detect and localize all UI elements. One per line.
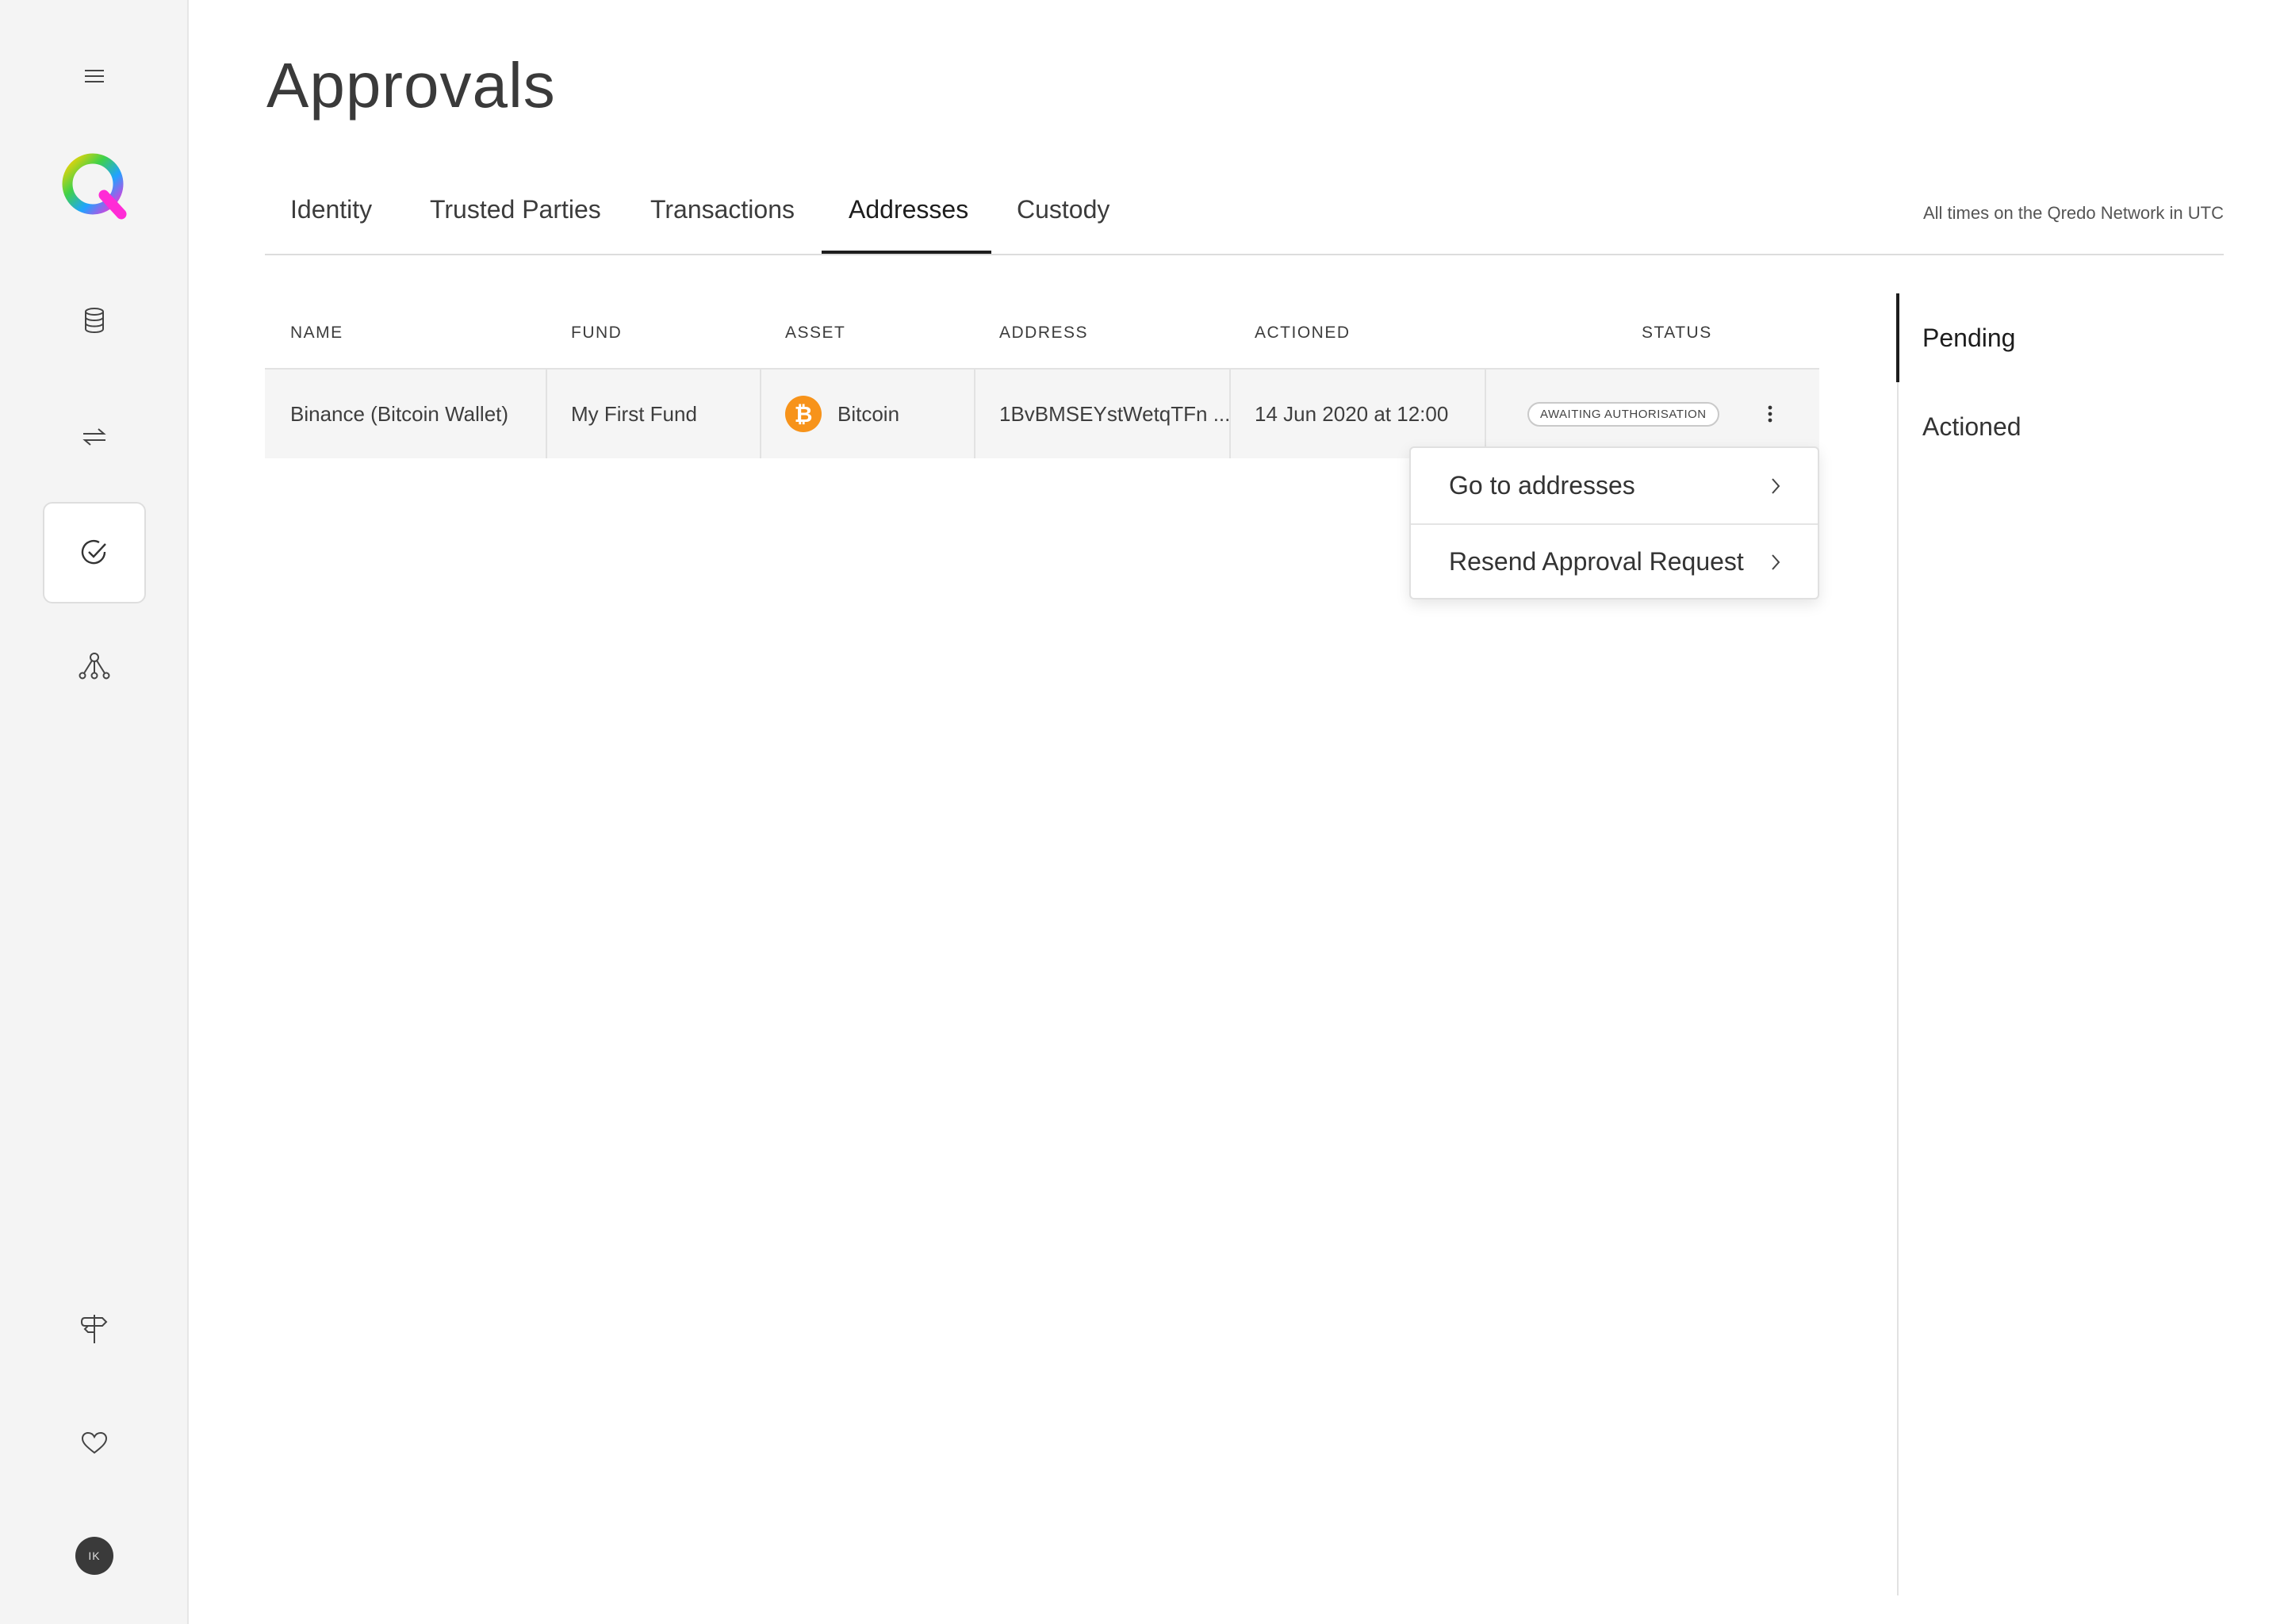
chevron-right-icon [1772, 477, 1780, 494]
column-header-status[interactable]: STATUS [1642, 324, 1712, 343]
column-divider [1229, 370, 1231, 458]
menu-button[interactable] [43, 25, 146, 127]
cell-address: 1BvBMSEYstWetqTFn ... [999, 401, 1231, 426]
tab-addresses[interactable]: Addresses [849, 195, 968, 251]
timezone-note: All times on the Qredo Network in UTC [1922, 203, 2224, 223]
transfer-icon [82, 428, 106, 446]
avatar-initials: IK [88, 1549, 101, 1562]
row-actions-menu: Go to addresses Resend Approval Request [1409, 446, 1819, 599]
filter-actioned[interactable]: Actioned [1922, 412, 2021, 442]
sidebar-item-approvals[interactable] [43, 502, 146, 603]
more-vertical-icon [1768, 405, 1772, 423]
qredo-logo[interactable] [43, 135, 146, 236]
column-header-name[interactable]: NAME [290, 324, 343, 343]
active-tab-indicator [822, 251, 991, 254]
tab-transactions[interactable]: Transactions [650, 195, 795, 251]
sidebar-item-network[interactable] [43, 615, 146, 717]
row-actions-button[interactable] [1754, 370, 1786, 458]
signpost-icon [80, 1315, 108, 1343]
sidebar-item-favourites[interactable] [43, 1392, 146, 1494]
sidebar-item-transactions[interactable] [43, 386, 146, 488]
tab-bar: Identity Trusted Parties Transactions Ad… [265, 168, 2224, 255]
cell-name: Binance (Bitcoin Wallet) [290, 401, 509, 426]
tab-trusted-parties[interactable]: Trusted Parties [430, 195, 601, 251]
table-row[interactable]: Binance (Bitcoin Wallet) My First Fund ₿… [265, 370, 1819, 458]
menu-item-go-to-addresses[interactable]: Go to addresses [1411, 448, 1818, 523]
column-divider [1485, 370, 1486, 458]
chevron-right-icon [1772, 553, 1780, 570]
column-header-fund[interactable]: FUND [571, 324, 622, 343]
sidebar-item-guide[interactable] [43, 1278, 146, 1380]
cell-asset: ₿ Bitcoin [785, 370, 899, 458]
approvals-table: NAME FUND ASSET ADDRESS ACTIONED STATUS … [265, 295, 1819, 458]
column-header-asset[interactable]: ASSET [785, 324, 845, 343]
filter-pending[interactable]: Pending [1922, 324, 2015, 353]
cell-actioned: 14 Jun 2020 at 12:00 [1255, 401, 1449, 426]
asset-label: Bitcoin [837, 401, 900, 426]
approvals-check-icon [81, 539, 106, 565]
user-avatar[interactable]: IK [43, 1505, 146, 1607]
tab-custody[interactable]: Custody [1017, 195, 1109, 251]
menu-item-label: Go to addresses [1449, 471, 1635, 500]
page-title: Approvals [266, 50, 556, 121]
menu-item-resend-approval-request[interactable]: Resend Approval Request [1411, 523, 1818, 599]
filter-panel-divider [1897, 293, 1899, 1595]
network-icon [79, 653, 110, 680]
column-divider [546, 370, 547, 458]
filter-active-indicator [1896, 293, 1899, 382]
cell-fund: My First Fund [571, 401, 697, 426]
bitcoin-icon: ₿ [785, 396, 822, 432]
menu-item-label: Resend Approval Request [1449, 547, 1744, 576]
cell-status: AWAITING AUTHORISATION [1527, 370, 1719, 458]
hamburger-menu-icon [85, 70, 104, 82]
column-header-actioned[interactable]: ACTIONED [1255, 324, 1351, 343]
status-badge: AWAITING AUTHORISATION [1527, 401, 1719, 427]
heart-icon [81, 1431, 108, 1454]
tab-identity[interactable]: Identity [290, 195, 372, 251]
avatar: IK [75, 1537, 113, 1575]
qredo-logo-icon [62, 153, 127, 220]
sidebar-item-funds[interactable] [43, 270, 146, 371]
sidebar: IK [0, 0, 189, 1624]
column-divider [974, 370, 975, 458]
table-header: NAME FUND ASSET ADDRESS ACTIONED STATUS [265, 295, 1819, 370]
column-header-address[interactable]: ADDRESS [999, 324, 1088, 343]
column-divider [760, 370, 761, 458]
database-icon [85, 308, 104, 334]
